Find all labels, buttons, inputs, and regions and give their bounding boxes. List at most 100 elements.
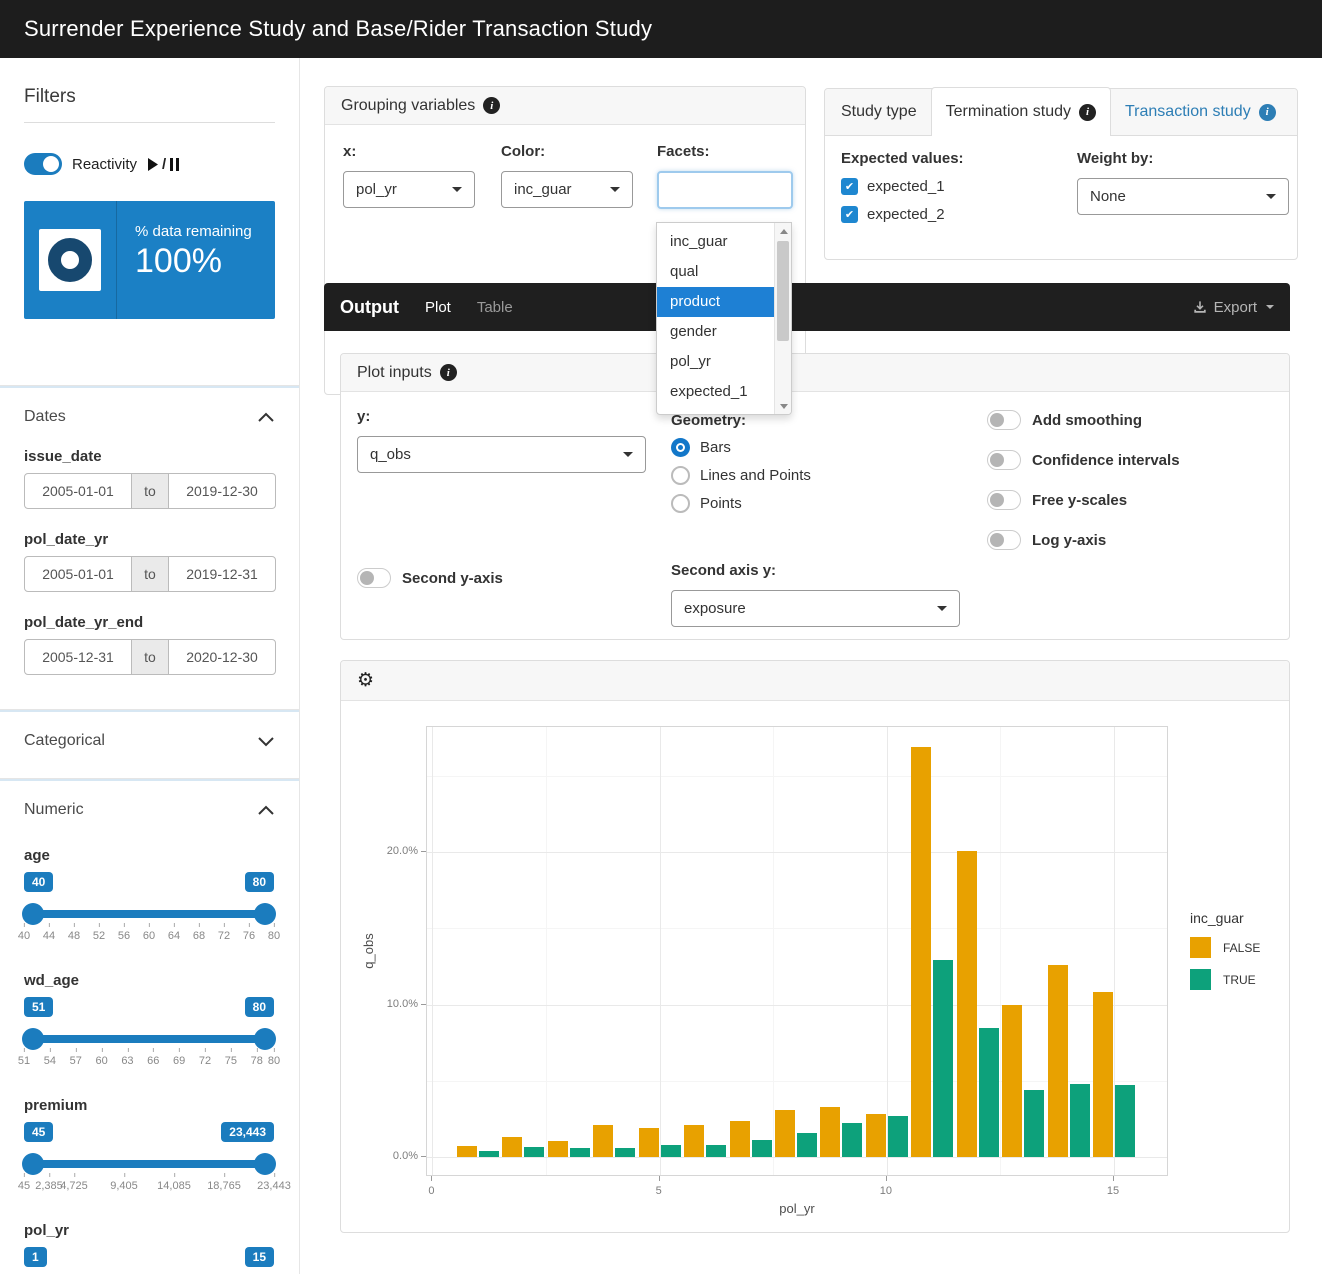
range-slider[interactable]: 4523,443452,3854,7259,40514,08518,76523,… bbox=[24, 1122, 274, 1194]
color-select[interactable]: inc_guar bbox=[501, 171, 633, 208]
toggle-switch[interactable] bbox=[987, 530, 1021, 550]
chart-bar-true-yr13 bbox=[1024, 1090, 1044, 1157]
chart-bar-true-yr5 bbox=[661, 1145, 681, 1157]
date-range-input: to bbox=[24, 556, 276, 592]
info-icon[interactable]: i bbox=[1079, 104, 1096, 121]
info-icon[interactable]: i bbox=[1259, 104, 1276, 121]
date-filter-pol_date_yr: pol_date_yrto bbox=[24, 531, 275, 592]
chevron-up-icon[interactable] bbox=[257, 805, 275, 816]
slider-handle-left[interactable] bbox=[22, 1153, 44, 1175]
info-icon[interactable]: i bbox=[440, 364, 457, 381]
slider-from-value: 45 bbox=[24, 1122, 53, 1142]
toggle-switch[interactable] bbox=[987, 450, 1021, 470]
date-from-input[interactable] bbox=[24, 639, 132, 675]
x-label: x: bbox=[343, 143, 475, 160]
date-to-input[interactable] bbox=[168, 473, 276, 509]
dropdown-item-expected_2[interactable]: expected_2 bbox=[657, 407, 776, 415]
dropdown-item-gender[interactable]: gender bbox=[657, 317, 776, 347]
toggle-switch[interactable] bbox=[987, 490, 1021, 510]
section-numeric[interactable]: Numeric bbox=[24, 801, 275, 819]
range-slider[interactable]: 40804044485256606468727680 bbox=[24, 872, 274, 944]
facets-input[interactable] bbox=[657, 171, 793, 209]
slider-handle-left[interactable] bbox=[22, 903, 44, 925]
slider-handle-right[interactable] bbox=[254, 1028, 276, 1050]
slider-tick-label: 40 bbox=[18, 930, 30, 942]
section-dates[interactable]: Dates bbox=[24, 408, 275, 426]
play-icon bbox=[147, 158, 158, 171]
dropdown-item-product[interactable]: product bbox=[657, 287, 776, 317]
range-slider[interactable]: 11513579111315 bbox=[24, 1247, 274, 1274]
radio-selected-icon[interactable] bbox=[671, 438, 690, 457]
radio-row-lines-and-points: Lines and Points bbox=[671, 466, 811, 485]
tab-termination-study[interactable]: Termination study i bbox=[931, 87, 1111, 136]
slider-to-value: 23,443 bbox=[221, 1122, 274, 1142]
radio-icon[interactable] bbox=[671, 494, 690, 513]
reactivity-toggle[interactable] bbox=[24, 153, 62, 175]
filters-title: Filters bbox=[24, 86, 275, 108]
slider-track[interactable] bbox=[24, 1035, 274, 1043]
chart-bar-false-yr5 bbox=[639, 1128, 659, 1157]
date-from-input[interactable] bbox=[24, 473, 132, 509]
toggle-row-free-y-scales: Free y-scales bbox=[987, 490, 1180, 510]
y-select[interactable]: q_obs bbox=[357, 436, 646, 473]
weight-by-select[interactable]: None bbox=[1077, 178, 1289, 215]
x-select[interactable]: pol_yr bbox=[343, 171, 475, 208]
slider-handle-right[interactable] bbox=[254, 1153, 276, 1175]
radio-icon[interactable] bbox=[671, 466, 690, 485]
scroll-up-arrow[interactable] bbox=[775, 223, 792, 239]
slider-tick-label: 57 bbox=[70, 1055, 82, 1067]
y-label: y: bbox=[357, 408, 646, 425]
toggle-row-add-smoothing: Add smoothing bbox=[987, 410, 1180, 430]
tab-plot[interactable]: Plot bbox=[425, 299, 451, 316]
gear-icon[interactable]: ⚙ bbox=[357, 669, 374, 692]
date-to-input[interactable] bbox=[168, 556, 276, 592]
slider-handle-left[interactable] bbox=[22, 1028, 44, 1050]
toggle-switch[interactable] bbox=[987, 410, 1021, 430]
slider-tick-label: 78 bbox=[251, 1055, 263, 1067]
slider-tick-label: 60 bbox=[143, 930, 155, 942]
checkbox-expected_2[interactable]: ✔ bbox=[841, 206, 858, 223]
chevron-down-icon[interactable] bbox=[257, 736, 275, 747]
range-slider[interactable]: 51805154576063666972757880 bbox=[24, 997, 274, 1069]
chart-bar-true-yr15 bbox=[1115, 1085, 1135, 1157]
checkbox-label: expected_2 bbox=[867, 206, 945, 223]
section-categorical[interactable]: Categorical bbox=[24, 732, 275, 750]
chart-panel: ⚙ pol_yr q_obs inc_guar FALSETRUE 0.0%10… bbox=[340, 660, 1290, 1233]
scrollbar-thumb[interactable] bbox=[777, 241, 789, 341]
slider-premium: premium4523,443452,3854,7259,40514,08518… bbox=[24, 1097, 275, 1194]
legend-swatch bbox=[1190, 937, 1211, 958]
date-to-input[interactable] bbox=[168, 639, 276, 675]
page-title: Surrender Experience Study and Base/Ride… bbox=[0, 0, 1322, 58]
slider-track[interactable] bbox=[24, 1160, 274, 1168]
dropdown-item-expected_1[interactable]: expected_1 bbox=[657, 377, 776, 407]
tab-transaction-study[interactable]: Transaction study i bbox=[1111, 89, 1290, 135]
dropdown-item-qual[interactable]: qual bbox=[657, 257, 776, 287]
second-axis-y-select[interactable]: exposure bbox=[671, 590, 960, 627]
dropdown-item-inc_guar[interactable]: inc_guar bbox=[657, 227, 776, 257]
slider-track[interactable] bbox=[24, 910, 274, 918]
slider-tick-label: 69 bbox=[173, 1055, 185, 1067]
x-axis-tick-label: 0 bbox=[428, 1185, 434, 1197]
toggle-row-log-y-axis: Log y-axis bbox=[987, 530, 1180, 550]
x-axis-tick bbox=[886, 1176, 887, 1181]
export-button[interactable]: Export bbox=[1193, 299, 1274, 316]
second-y-axis-toggle[interactable] bbox=[357, 568, 391, 588]
slider-tick-label: 64 bbox=[168, 930, 180, 942]
chevron-up-icon[interactable] bbox=[257, 412, 275, 423]
info-icon[interactable]: i bbox=[483, 97, 500, 114]
tab-table[interactable]: Table bbox=[477, 299, 513, 316]
slider-handle-right[interactable] bbox=[254, 903, 276, 925]
chart-bar-true-yr8 bbox=[797, 1133, 817, 1157]
checkbox-expected_1[interactable]: ✔ bbox=[841, 178, 858, 195]
slider-tick-label: 54 bbox=[44, 1055, 56, 1067]
scroll-down-arrow[interactable] bbox=[775, 398, 792, 414]
gridline-major bbox=[432, 727, 433, 1175]
date-filter-pol_date_yr_end: pol_date_yr_endto bbox=[24, 614, 275, 675]
slider-label: age bbox=[24, 847, 275, 864]
dropdown-scrollbar[interactable] bbox=[774, 223, 791, 414]
chart-bar-true-yr4 bbox=[615, 1148, 635, 1157]
dropdown-item-pol_yr[interactable]: pol_yr bbox=[657, 347, 776, 377]
gridline-major bbox=[427, 1157, 1167, 1158]
date-from-input[interactable] bbox=[24, 556, 132, 592]
y-axis-tick bbox=[421, 1004, 426, 1005]
